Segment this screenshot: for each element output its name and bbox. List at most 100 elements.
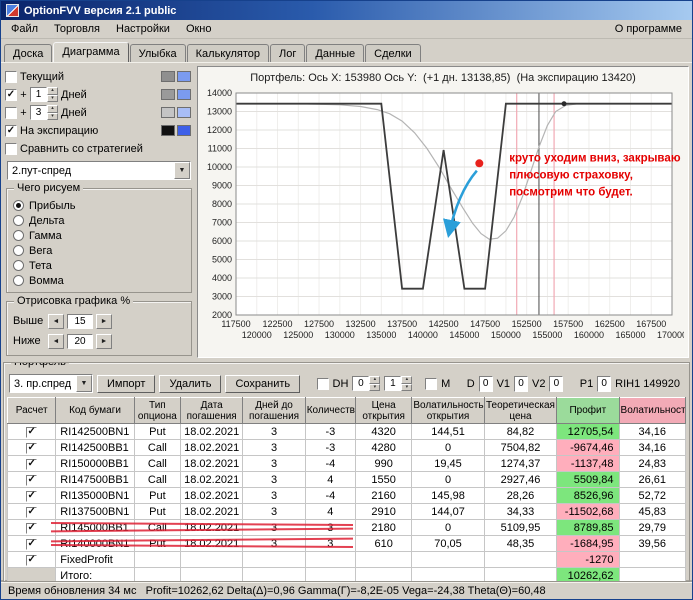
dh-spinner-1[interactable]: 0 ▴ ▾ (352, 376, 381, 391)
column-header-7[interactable]: Волатильность открытия (411, 397, 485, 424)
m-checkbox[interactable] (425, 377, 438, 390)
menu-file[interactable]: Файл (3, 21, 46, 37)
annotation-text: круто уходим вниз, закрываю (509, 152, 681, 164)
cell: 5109,95 (483, 519, 558, 536)
row-checkbox[interactable] (26, 474, 38, 486)
column-header-2[interactable]: Тип опциона (133, 397, 182, 424)
row-checkbox[interactable] (26, 538, 38, 550)
portfolio-group-title: Портфель (11, 363, 69, 368)
spin-up-icon[interactable]: ▴ (401, 376, 413, 384)
tab-3[interactable]: Калькулятор (186, 44, 270, 62)
radio-button[interactable] (13, 260, 24, 271)
column-header-4[interactable]: Дней до погашения (242, 397, 306, 424)
spin-down-icon[interactable]: ▾ (47, 112, 58, 120)
cell: Call (133, 471, 182, 488)
delete-button[interactable]: Удалить (159, 374, 222, 393)
arrow-left-button[interactable]: ◄ (48, 333, 64, 349)
dh-checkbox[interactable] (316, 377, 329, 390)
column-header-6[interactable]: Цена открытия (354, 397, 413, 424)
column-header-1[interactable]: Код бумаги (55, 397, 135, 424)
row-checkbox[interactable] (26, 490, 38, 502)
column-header-8[interactable]: Теоретическая цена (483, 397, 558, 424)
d-field[interactable]: 0 (478, 375, 493, 392)
cell: 18.02.2021 (179, 471, 244, 488)
spinner-arrows[interactable]: ▴ ▾ (47, 105, 58, 120)
spinner-arrows[interactable]: ▴ ▾ (401, 376, 413, 391)
column-header-0[interactable]: Расчет (6, 397, 57, 424)
calc-cell (6, 551, 57, 568)
layer-label: Текущий (20, 70, 64, 83)
import-button[interactable]: Импорт (97, 374, 156, 393)
column-header-3[interactable]: Дата погашения (179, 397, 244, 424)
arrow-right-button[interactable]: ► (96, 313, 112, 329)
layer-checkbox[interactable] (5, 106, 17, 119)
x-axis-label: 155000 (532, 330, 562, 340)
compare-strategy-checkbox[interactable] (5, 142, 17, 155)
draw-option-5[interactable]: Вомма (13, 273, 185, 288)
draw-option-0[interactable]: Прибыль (13, 198, 185, 213)
radio-button[interactable] (13, 215, 24, 226)
row-checkbox[interactable] (26, 506, 38, 518)
row-checkbox[interactable] (26, 554, 38, 566)
strategy-compare-select[interactable]: 2.пут-спред ▼ (7, 161, 191, 180)
spin-down-icon[interactable]: ▾ (401, 383, 413, 391)
row-checkbox[interactable] (26, 426, 38, 438)
spin-up-icon[interactable]: ▴ (47, 87, 58, 95)
v1-field[interactable]: 0 (514, 375, 528, 392)
menu-settings[interactable]: Настройки (108, 21, 178, 37)
radio-button[interactable] (13, 200, 24, 211)
draw-option-4[interactable]: Тета (13, 258, 185, 273)
title-bar[interactable]: OptionFVV версия 2.1 public (1, 1, 692, 20)
menu-window[interactable]: Окно (178, 21, 220, 37)
arrow-right-button[interactable]: ► (96, 333, 112, 349)
save-button[interactable]: Сохранить (225, 374, 301, 393)
tab-0[interactable]: Доска (4, 44, 53, 62)
tab-2[interactable]: Улыбка (129, 44, 186, 62)
p1-field[interactable]: 0 (597, 375, 612, 392)
v2-field[interactable]: 0 (549, 375, 564, 392)
radio-button[interactable] (13, 230, 24, 241)
radio-button[interactable] (13, 245, 24, 256)
column-header-5[interactable]: Количество (304, 397, 357, 424)
layer-checkbox[interactable] (5, 88, 17, 101)
spinner-arrows[interactable]: ▴ ▾ (47, 87, 58, 102)
spin-up-icon[interactable]: ▴ (47, 105, 58, 113)
draw-option-2[interactable]: Гамма (13, 228, 185, 243)
spin-down-icon[interactable]: ▾ (47, 94, 58, 102)
column-header-10[interactable]: Волатильность (618, 397, 687, 424)
tab-6[interactable]: Сделки (365, 44, 421, 62)
tab-5[interactable]: Данные (306, 44, 365, 62)
column-header-9[interactable]: Профит (556, 397, 620, 424)
draw-option-1[interactable]: Дельта (13, 213, 185, 228)
radio-label: Гамма (29, 229, 62, 242)
arrow-left-button[interactable]: ◄ (48, 313, 64, 329)
menu-about[interactable]: О программе (607, 21, 690, 37)
layer-checkbox[interactable] (5, 124, 17, 137)
tab-4[interactable]: Лог (270, 44, 306, 62)
cell: 48,35 (483, 535, 558, 552)
cell (179, 567, 244, 581)
menu-trading[interactable]: Торговля (46, 21, 108, 37)
dh-spinner-2[interactable]: 1 ▴ ▾ (384, 376, 413, 391)
days-spinner[interactable]: 3 ▴ ▾ (30, 105, 58, 120)
cell: 18.02.2021 (179, 455, 244, 472)
row-checkbox[interactable] (26, 458, 38, 470)
spin-up-icon[interactable]: ▴ (369, 376, 381, 384)
render-row-0: Выше ◄ 15 ► (13, 311, 185, 331)
chevron-down-icon[interactable]: ▼ (174, 162, 190, 179)
chevron-down-icon[interactable]: ▼ (76, 375, 92, 392)
annotation-text: посмотрим что будет. (509, 186, 633, 198)
days-spinner[interactable]: 1 ▴ ▾ (30, 87, 58, 102)
layer-checkbox[interactable] (5, 70, 17, 83)
spin-down-icon[interactable]: ▾ (369, 383, 381, 391)
cell: 144,51 (411, 423, 485, 440)
tab-1[interactable]: Диаграмма (53, 42, 129, 62)
row-checkbox[interactable] (26, 522, 38, 534)
row-checkbox[interactable] (26, 442, 38, 454)
portfolio-strategy-select[interactable]: 3. пр.спред ▼ (9, 374, 93, 393)
spinner-arrows[interactable]: ▴ ▾ (369, 376, 381, 391)
radio-button[interactable] (13, 275, 24, 286)
draw-option-3[interactable]: Вега (13, 243, 185, 258)
cell: 12705,54 (556, 423, 620, 440)
x-axis-label: 140000 (408, 330, 438, 340)
